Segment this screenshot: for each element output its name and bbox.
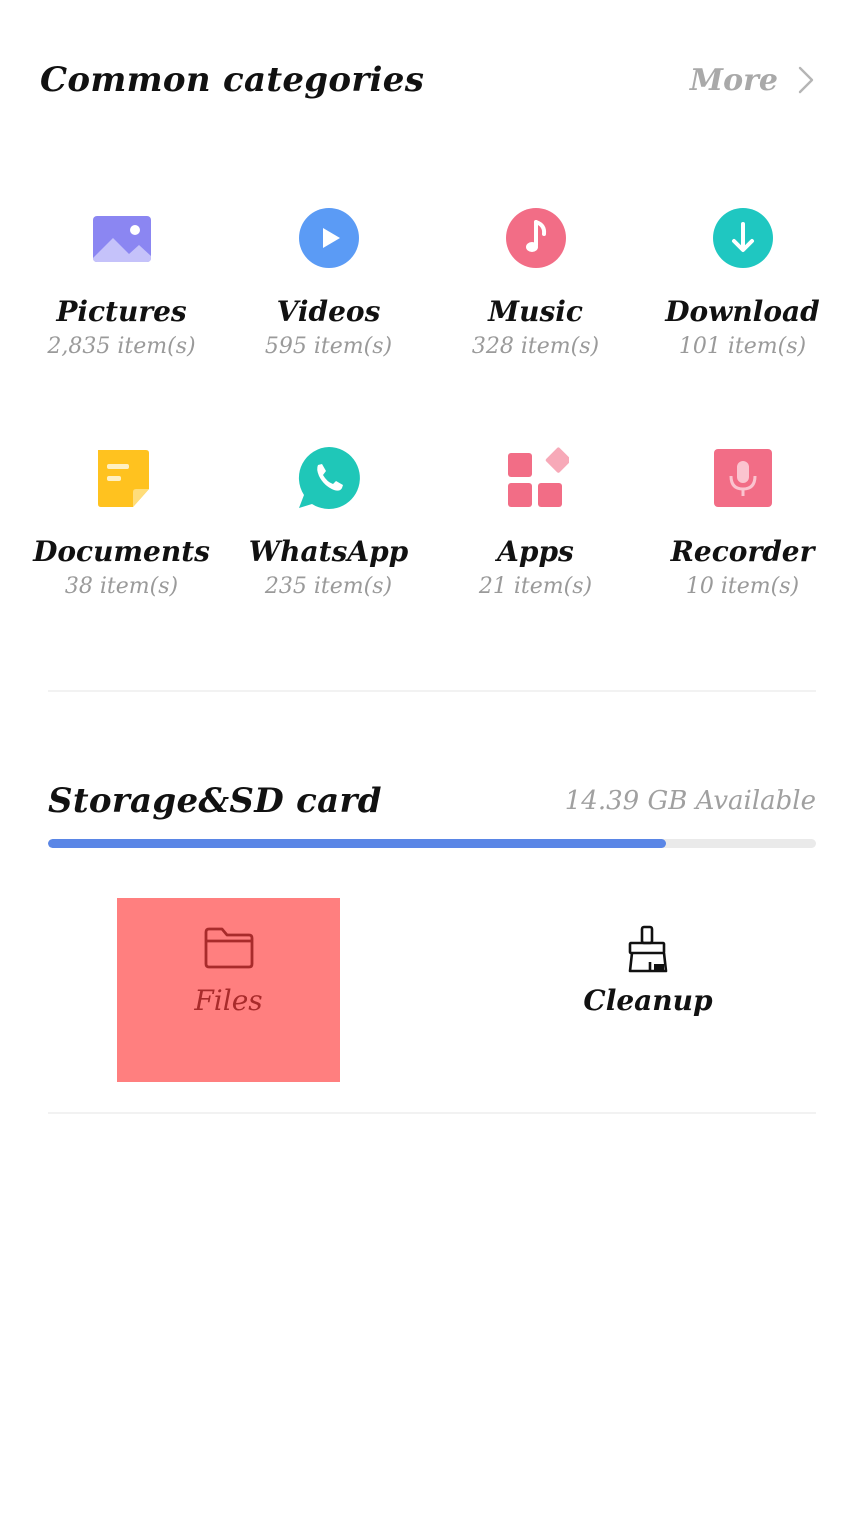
music-note-icon	[503, 205, 569, 271]
category-music[interactable]: Music 328 item(s)	[432, 205, 639, 359]
folder-icon	[204, 927, 253, 969]
microphone-icon	[710, 445, 776, 511]
category-documents[interactable]: Documents 38 item(s)	[18, 445, 225, 599]
download-icon	[710, 205, 776, 271]
section-divider	[48, 1112, 816, 1114]
apps-grid-icon	[503, 445, 569, 511]
storage-title: Storage&SD card	[48, 781, 382, 821]
category-name: Pictures	[56, 295, 187, 328]
video-play-icon	[296, 205, 362, 271]
more-label: More	[689, 62, 778, 98]
files-label: Files	[194, 984, 263, 1017]
category-recorder[interactable]: Recorder 10 item(s)	[639, 445, 846, 599]
cleanup-label: Cleanup	[583, 984, 713, 1017]
common-categories-header: Common categories More	[40, 54, 816, 106]
storage-header: Storage&SD card 14.39 GB Available	[48, 776, 816, 826]
more-link[interactable]: More	[690, 63, 816, 98]
categories-grid-row-1: Pictures 2,835 item(s) Videos 595 item(s…	[18, 205, 846, 359]
category-name: Music	[488, 295, 583, 328]
storage-usage-bar	[48, 839, 816, 848]
broom-icon	[628, 925, 668, 973]
storage-usage-fill	[48, 839, 667, 848]
whatsapp-icon	[296, 445, 362, 511]
category-count: 38 item(s)	[64, 574, 179, 599]
category-count: 101 item(s)	[678, 334, 807, 359]
category-name: Recorder	[670, 535, 815, 568]
files-button[interactable]: Files	[117, 898, 340, 1082]
category-count: 328 item(s)	[471, 334, 600, 359]
category-count: 21 item(s)	[478, 574, 593, 599]
chevron-right-icon	[798, 66, 814, 94]
category-count: 2,835 item(s)	[47, 334, 196, 359]
category-count: 10 item(s)	[685, 574, 800, 599]
category-name: Videos	[276, 295, 381, 328]
category-name: Documents	[33, 535, 210, 568]
category-count: 235 item(s)	[264, 574, 393, 599]
category-whatsapp[interactable]: WhatsApp 235 item(s)	[225, 445, 432, 599]
category-apps[interactable]: Apps 21 item(s)	[432, 445, 639, 599]
category-download[interactable]: Download 101 item(s)	[639, 205, 846, 359]
cleanup-button[interactable]: Cleanup	[548, 898, 748, 1082]
category-videos[interactable]: Videos 595 item(s)	[225, 205, 432, 359]
category-name: Apps	[497, 535, 574, 568]
storage-available: 14.39 GB Available	[564, 786, 816, 816]
category-count: 595 item(s)	[264, 334, 393, 359]
category-name: Download	[665, 295, 820, 328]
categories-grid-row-2: Documents 38 item(s) WhatsApp 235 item(s…	[18, 445, 846, 599]
section-divider	[48, 690, 816, 692]
document-icon	[89, 445, 155, 511]
category-pictures[interactable]: Pictures 2,835 item(s)	[18, 205, 225, 359]
common-categories-title: Common categories	[40, 60, 425, 100]
category-name: WhatsApp	[248, 535, 409, 568]
picture-icon	[89, 205, 155, 271]
